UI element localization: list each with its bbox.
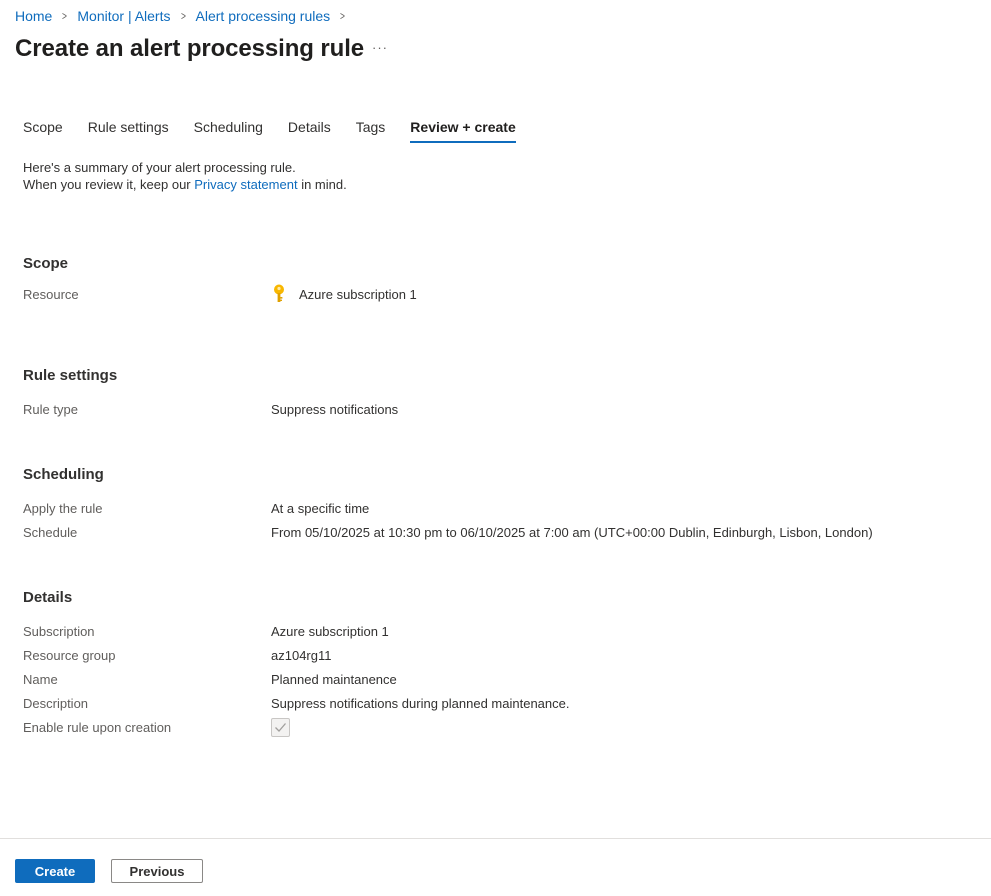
more-options-icon[interactable]: ···: [372, 40, 388, 55]
section-title-details: Details: [23, 589, 73, 606]
description-value: Suppress notifications during planned ma…: [271, 696, 570, 711]
section-title-rule-settings: Rule settings: [23, 367, 118, 384]
subscription-value: Azure subscription 1: [271, 624, 389, 639]
section-title-scheduling: Scheduling: [23, 466, 104, 483]
intro-text: When you review it, keep our: [23, 177, 195, 192]
tab-tags[interactable]: Tags: [356, 119, 386, 143]
breadcrumb-alert-processing-rules[interactable]: Alert processing rules: [196, 8, 331, 24]
create-button[interactable]: Create: [15, 859, 95, 883]
rule-type-value: Suppress notifications: [271, 402, 399, 417]
intro-line-1: Here's a summary of your alert processin…: [23, 160, 296, 175]
summary-intro: Here's a summary of your alert processin…: [23, 159, 347, 193]
apply-rule-value: At a specific time: [271, 501, 370, 516]
name-label: Name: [23, 672, 58, 687]
breadcrumb-monitor-alerts[interactable]: Monitor | Alerts: [77, 8, 170, 24]
name-value: Planned maintanence: [271, 672, 397, 687]
tab-details[interactable]: Details: [288, 119, 331, 143]
resource-group-value: az104rg11: [271, 648, 332, 663]
description-label: Description: [23, 696, 89, 711]
subscription-label: Subscription: [23, 624, 95, 639]
key-icon: [274, 284, 284, 302]
schedule-value: From 05/10/2025 at 10:30 pm to 06/10/202…: [271, 525, 873, 540]
section-title-scope: Scope: [23, 255, 69, 272]
page-title: Create an alert processing rule: [15, 35, 365, 62]
tab-review-create[interactable]: Review + create: [410, 119, 516, 143]
tab-scope[interactable]: Scope: [23, 119, 63, 143]
checkmark-icon: [275, 723, 286, 732]
wizard-tabs: Scope Rule settings Scheduling Details T…: [23, 119, 541, 143]
resource-value: Azure subscription 1: [299, 287, 417, 302]
enable-rule-checkbox: [271, 718, 290, 737]
tab-scheduling[interactable]: Scheduling: [194, 119, 263, 143]
enable-rule-label: Enable rule upon creation: [23, 720, 172, 735]
tab-rule-settings[interactable]: Rule settings: [88, 119, 169, 143]
intro-line-2: When you review it, keep our Privacy sta…: [23, 176, 347, 193]
privacy-statement-link[interactable]: Privacy statement: [194, 177, 297, 192]
intro-text: in mind.: [297, 177, 347, 192]
chevron-right-icon: >: [340, 9, 346, 23]
schedule-label: Schedule: [23, 525, 78, 540]
apply-rule-label: Apply the rule: [23, 501, 103, 516]
resource-group-label: Resource group: [23, 648, 116, 663]
chevron-right-icon: >: [180, 9, 186, 23]
resource-label: Resource: [23, 287, 79, 302]
chevron-right-icon: >: [62, 9, 68, 23]
previous-button[interactable]: Previous: [111, 859, 203, 883]
footer-divider: [0, 838, 991, 839]
breadcrumb-home[interactable]: Home: [15, 8, 52, 24]
breadcrumb: Home > Monitor | Alerts > Alert processi…: [15, 8, 355, 24]
rule-type-label: Rule type: [23, 402, 78, 417]
